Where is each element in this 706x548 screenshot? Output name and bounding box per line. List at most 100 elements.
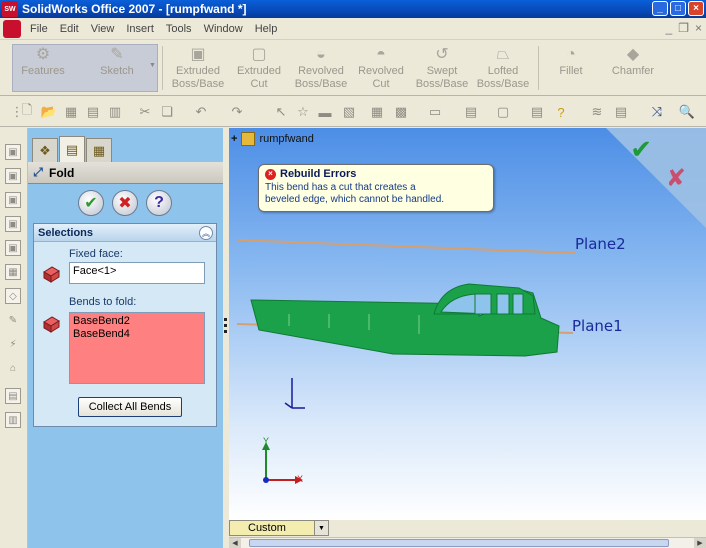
zoom-options-icon[interactable]: ▤ <box>462 103 480 121</box>
error-icon: × <box>265 168 276 180</box>
lofted-boss-button[interactable]: ⏢ Lofted Boss/Base <box>475 44 531 92</box>
scroll-right-icon[interactable]: ▶ <box>694 538 706 548</box>
confirm-ok-icon[interactable]: ✔ <box>630 134 652 165</box>
options-icon[interactable]: ▧ <box>340 103 358 121</box>
corner-relief-icon[interactable]: ⚡ <box>5 336 21 352</box>
chamfer-icon: ◆ <box>626 45 640 63</box>
sketched-bend-icon[interactable]: ▦ <box>5 264 21 280</box>
revolved-boss-button[interactable]: ◒ Revolved Boss/Base <box>291 44 351 92</box>
flatten-icon[interactable]: ▤ <box>5 388 21 404</box>
closed-corner-icon[interactable]: ◇ <box>5 288 21 304</box>
features-toolbar: ⚙ Features ✎ Sketch ▼ ▣ Extruded Boss/Ba… <box>0 40 706 96</box>
properties-icon[interactable]: ▤ <box>528 103 546 121</box>
close-button[interactable]: × <box>688 1 704 16</box>
zoom-icon[interactable]: 🔍 <box>678 103 696 121</box>
maximize-button[interactable]: □ <box>670 1 686 16</box>
display-style-icon[interactable]: ▢ <box>494 103 512 121</box>
select-filter-icon[interactable]: ☆ <box>294 103 312 121</box>
swept-boss-icon: ↺ <box>435 45 449 63</box>
collect-all-bends-button[interactable]: Collect All Bends <box>78 397 182 417</box>
configuration-manager-tab[interactable]: ▦ <box>86 138 112 162</box>
save-icon[interactable]: ▦ <box>62 103 80 121</box>
base-flange-icon[interactable]: ▣ <box>5 144 21 160</box>
selections-group: Selections ︽ Fixed face: Face<1> Bends t… <box>33 223 217 427</box>
print-preview-icon[interactable]: ▥ <box>106 103 124 121</box>
feature-manager-tab[interactable]: ❖ <box>32 138 58 162</box>
miter-flange-icon[interactable]: ▣ <box>5 192 21 208</box>
extruded-cut-icon: ▢ <box>251 45 267 63</box>
swept-boss-button[interactable]: ↺ Swept Boss/Base <box>414 44 470 92</box>
undo-icon[interactable]: ↶ <box>192 103 210 121</box>
chamfer-label: Chamfer <box>611 65 655 77</box>
doc-close-button[interactable]: × <box>695 21 702 35</box>
confirm-cancel-icon[interactable]: ✘ <box>666 164 686 193</box>
layers-icon[interactable]: ▩ <box>392 103 410 121</box>
revolved-cut-button[interactable]: ◓ Revolved Cut <box>355 44 407 92</box>
revolved-cut-label: Revolved Cut <box>358 65 404 90</box>
fixed-face-field[interactable]: Face<1> <box>69 262 205 284</box>
fold-icon[interactable]: ⤨ <box>648 103 666 121</box>
title-bar: SW SolidWorks Office 2007 - [rumpfwand *… <box>0 0 706 18</box>
bends-list[interactable]: BaseBend2 BaseBend4 <box>69 312 205 384</box>
list-item[interactable]: BaseBend2 <box>73 315 201 328</box>
menu-tools[interactable]: Tools <box>160 23 198 35</box>
cancel-button[interactable]: ✖ <box>112 190 138 216</box>
doc-restore-button[interactable]: ❐ <box>678 21 689 35</box>
menu-help[interactable]: Help <box>249 23 284 35</box>
chevron-down-icon[interactable]: ▼ <box>314 521 328 535</box>
document-icon[interactable] <box>3 19 21 38</box>
redo-icon[interactable]: ↷ <box>228 103 246 121</box>
view-selector[interactable]: Custom ▼ <box>229 520 329 536</box>
collapse-chevron-icon[interactable]: ︽ <box>199 226 213 240</box>
pm-action-buttons: ✔ ✖ ? <box>78 190 172 216</box>
jog-icon[interactable]: ▣ <box>5 240 21 256</box>
minimize-button[interactable]: _ <box>652 1 668 16</box>
toolbar-separator <box>538 46 539 90</box>
extruded-cut-button[interactable]: ▢ Extruded Cut <box>232 44 286 92</box>
print-icon[interactable]: ▤ <box>84 103 102 121</box>
grid-icon[interactable]: ▦ <box>368 103 386 121</box>
scroll-left-icon[interactable]: ◀ <box>229 538 241 548</box>
scroll-thumb[interactable] <box>249 539 669 547</box>
menu-window[interactable]: Window <box>198 23 249 35</box>
view-orientation-icon[interactable]: ▭ <box>426 103 444 121</box>
sketch-tab[interactable]: ✎ Sketch <box>90 44 144 92</box>
menu-file[interactable]: File <box>24 23 54 35</box>
help-icon[interactable]: ? <box>552 103 570 121</box>
extruded-boss-button[interactable]: ▣ Extruded Boss/Base <box>167 44 229 92</box>
open-icon[interactable]: 📂 <box>40 103 58 121</box>
help-button[interactable]: ? <box>146 190 172 216</box>
copy-icon[interactable]: ❏ <box>158 103 176 121</box>
lofted-bend-icon[interactable]: ✎ <box>5 312 21 328</box>
property-manager-tab[interactable]: ▤ <box>59 136 85 162</box>
menu-edit[interactable]: Edit <box>54 23 85 35</box>
new-document-icon[interactable]: 🗋 <box>18 102 36 121</box>
unfold-icon[interactable]: ▤ <box>612 103 630 121</box>
edge-flange-icon[interactable]: ▣ <box>5 168 21 184</box>
standard-toolbar: ⋮ 🗋 📂 ▦ ▤ ▥ ✂ ❏ ↶ ↷ ↖ ☆ ▬ ▧ ▦ ▩ ▭ ▤ ▢ ▤ … <box>0 97 706 127</box>
list-item[interactable]: BaseBend4 <box>73 328 201 341</box>
select-arrow-icon[interactable]: ↖ <box>272 103 290 121</box>
pm-header: ⤢ Fold <box>28 162 223 184</box>
sketch-dropdown-icon[interactable]: ▼ <box>149 62 156 69</box>
chamfer-button[interactable]: ◆ Chamfer <box>606 44 660 92</box>
features-tab[interactable]: ⚙ Features <box>14 44 72 92</box>
hem-icon[interactable]: ▣ <box>5 216 21 232</box>
plane1-label[interactable]: Plane1 <box>572 317 623 335</box>
solidworks-logo-icon: SW <box>2 1 18 17</box>
horizontal-scrollbar[interactable]: ◀ ▶ <box>229 537 706 548</box>
break-corner-icon[interactable]: ⌂ <box>5 360 21 376</box>
ok-button[interactable]: ✔ <box>78 190 104 216</box>
menu-view[interactable]: View <box>85 23 121 35</box>
sheet-metal-icon[interactable]: ≋ <box>588 103 606 121</box>
no-bends-icon[interactable]: ▥ <box>5 412 21 428</box>
view-selector-value: Custom <box>248 522 286 534</box>
doc-minimize-button[interactable]: _ <box>666 21 673 35</box>
menu-insert[interactable]: Insert <box>120 23 160 35</box>
selections-header[interactable]: Selections ︽ <box>34 224 216 242</box>
rebuild-icon[interactable]: ▬ <box>316 103 334 121</box>
graphics-area[interactable]: + rumpfwand ✔ ✘ × Rebuild Errors This be… <box>229 128 706 520</box>
fillet-button[interactable]: ◔ Fillet <box>548 44 594 92</box>
plane2-label[interactable]: Plane2 <box>575 235 626 253</box>
cut-icon[interactable]: ✂ <box>136 103 154 121</box>
